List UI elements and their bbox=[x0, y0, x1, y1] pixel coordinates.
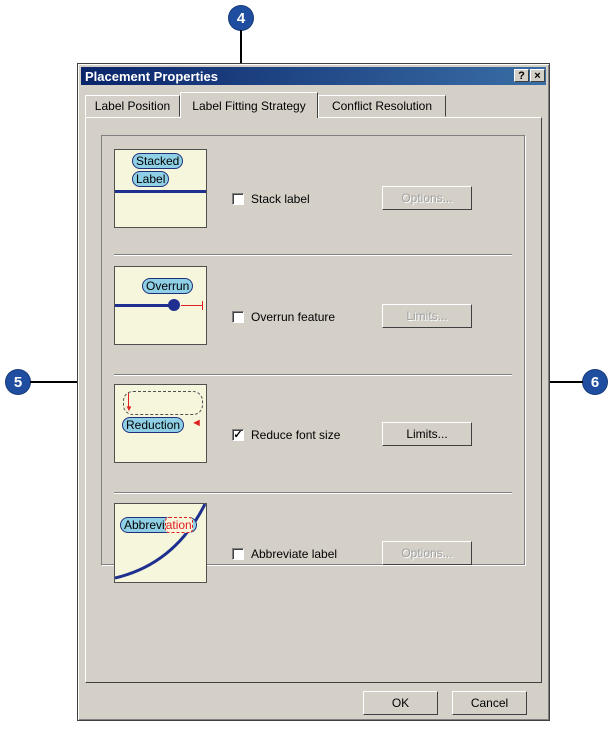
tab-label-fitting-strategy[interactable]: Label Fitting Strategy bbox=[180, 92, 318, 118]
tab-conflict-resolution[interactable]: Conflict Resolution bbox=[318, 95, 446, 117]
separator bbox=[114, 254, 512, 256]
strategy-group: Stacked Label Stack label Options... Ove… bbox=[101, 135, 525, 583]
callout-6: 6 bbox=[583, 370, 607, 394]
stack-options-button[interactable]: Options... bbox=[382, 186, 472, 210]
separator bbox=[114, 492, 512, 494]
ok-button[interactable]: OK bbox=[363, 691, 438, 715]
close-button[interactable]: × bbox=[530, 69, 545, 82]
reduce-font-size-checkbox[interactable]: ✓ bbox=[232, 429, 244, 441]
reduction-thumbnail: ▼ Reduction ◄ bbox=[114, 384, 207, 463]
abbreviate-options-button[interactable]: Options... bbox=[382, 541, 472, 565]
reduce-font-size-text: Reduce font size bbox=[251, 428, 341, 442]
title-bar: Placement Properties ? × bbox=[81, 67, 546, 85]
overrun-feature-text: Overrun feature bbox=[251, 310, 336, 324]
abbreviate-label-option[interactable]: Abbreviate label bbox=[232, 547, 337, 561]
thumb-text-overrun: Overrun bbox=[142, 278, 194, 294]
separator bbox=[114, 374, 512, 376]
thumb-text-label: Label bbox=[132, 171, 170, 187]
thumb-text-removed: ation bbox=[164, 517, 193, 533]
thumb-arrow-down-icon: ▼ bbox=[125, 404, 133, 413]
overrun-feature-option[interactable]: Overrun feature bbox=[232, 310, 335, 324]
abbreviation-thumbnail: Abbreviation bbox=[114, 503, 207, 583]
stack-label-text: Stack label bbox=[251, 192, 310, 206]
stacked-label-thumbnail: Stacked Label bbox=[114, 149, 207, 228]
help-button[interactable]: ? bbox=[514, 69, 529, 82]
thumb-text-stacked: Stacked bbox=[132, 153, 184, 169]
abbreviate-label-checkbox[interactable] bbox=[232, 548, 244, 560]
thumb-curve bbox=[115, 504, 206, 580]
tab-label-position[interactable]: Label Position bbox=[85, 95, 180, 117]
thumb-original-size-outline bbox=[123, 391, 203, 415]
reduce-limits-button[interactable]: Limits... bbox=[382, 422, 472, 446]
cancel-button[interactable]: Cancel bbox=[452, 691, 527, 715]
tab-panel: Stacked Label Stack label Options... Ove… bbox=[85, 117, 542, 683]
window-title: Placement Properties bbox=[85, 68, 218, 84]
reduce-font-size-option[interactable]: ✓ Reduce font size bbox=[232, 428, 340, 442]
thumb-text-reduction: Reduction bbox=[122, 417, 185, 433]
thumb-overrun-tick bbox=[202, 301, 203, 310]
thumb-end-point bbox=[168, 299, 180, 311]
overrun-limits-button[interactable]: Limits... bbox=[382, 304, 472, 328]
thumb-text-kept: Abbrevi bbox=[124, 518, 165, 532]
overrun-feature-checkbox[interactable] bbox=[232, 311, 244, 323]
thumb-text-abbreviation: Abbreviation bbox=[120, 517, 197, 533]
thumb-arrow-left-icon: ◄ bbox=[191, 417, 202, 429]
callout-4: 4 bbox=[229, 6, 253, 30]
thumb-overrun-mark bbox=[181, 305, 203, 306]
stack-label-option[interactable]: Stack label bbox=[232, 192, 310, 206]
abbreviate-label-text: Abbreviate label bbox=[251, 547, 338, 561]
thumb-feature-line bbox=[115, 304, 175, 307]
overrun-thumbnail: Overrun bbox=[114, 266, 207, 345]
callout-4-leader bbox=[240, 30, 242, 66]
callout-5: 5 bbox=[6, 370, 30, 394]
thumb-feature-line bbox=[115, 190, 206, 193]
stack-label-checkbox[interactable] bbox=[232, 193, 244, 205]
placement-properties-dialog: Placement Properties ? × Label Position … bbox=[77, 63, 550, 721]
